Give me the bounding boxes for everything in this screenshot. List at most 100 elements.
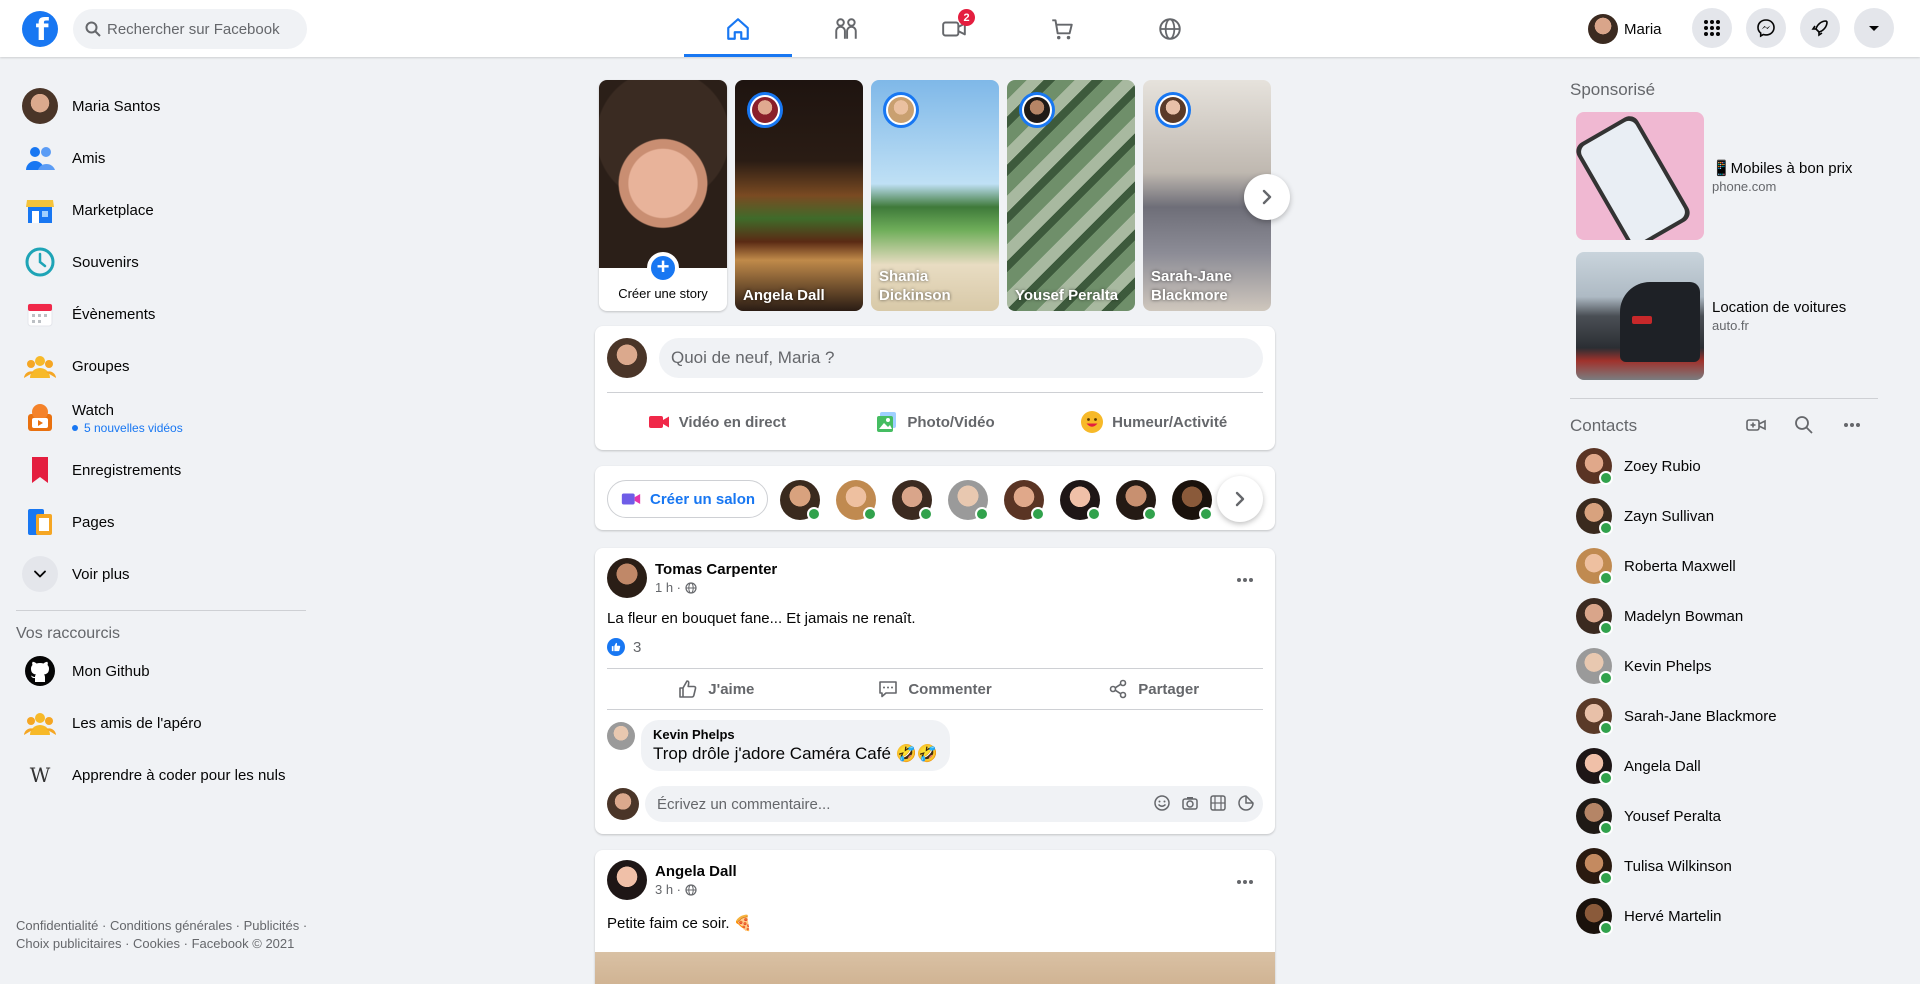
- story-card[interactable]: Shania Dickinson: [871, 80, 999, 311]
- contact-item[interactable]: Roberta Maxwell: [1570, 541, 1880, 591]
- sidebar-item-marketplace[interactable]: Marketplace: [16, 184, 306, 236]
- post-options-button[interactable]: [1227, 864, 1263, 900]
- create-story-card[interactable]: + Créer une story: [599, 80, 727, 311]
- camera-icon[interactable]: [1181, 794, 1199, 812]
- shortcut-learn-coding[interactable]: W Apprendre à coder pour les nuls: [16, 749, 306, 801]
- divider: [1570, 398, 1878, 399]
- room-avatar[interactable]: [1116, 480, 1157, 521]
- contact-avatar: [1576, 648, 1613, 685]
- shortcut-apero-friends[interactable]: Les amis de l'apéro: [16, 697, 306, 749]
- post-timestamp[interactable]: 1 h ·: [655, 580, 777, 595]
- facebook-logo[interactable]: f: [22, 11, 58, 47]
- create-room-button[interactable]: Créer un salon: [607, 480, 769, 518]
- story-author: Angela Dall: [743, 287, 825, 304]
- author-avatar[interactable]: [607, 558, 647, 598]
- story-card[interactable]: Yousef Peralta: [1007, 80, 1135, 311]
- post-author[interactable]: Tomas Carpenter: [655, 561, 777, 578]
- globe-icon: [1159, 17, 1181, 40]
- tab-watch[interactable]: 2: [900, 0, 1008, 57]
- contact-item[interactable]: Hervé Martelin: [1570, 891, 1880, 941]
- emoji-icon[interactable]: [1153, 794, 1171, 812]
- thumbs-up-icon: [679, 680, 697, 698]
- sidebar-item-memories[interactable]: Souvenirs: [16, 236, 306, 288]
- messenger-button[interactable]: [1746, 8, 1786, 48]
- sidebar-item-events[interactable]: Évènements: [16, 288, 306, 340]
- gif-icon[interactable]: [1209, 794, 1227, 812]
- shortcuts-title: Vos raccourcis: [16, 625, 121, 642]
- menu-button[interactable]: [1692, 8, 1732, 48]
- contact-item[interactable]: Tulisa Wilkinson: [1570, 841, 1880, 891]
- room-avatar[interactable]: [780, 480, 821, 521]
- contact-item[interactable]: Yousef Peralta: [1570, 791, 1880, 841]
- comment-button[interactable]: Commenter: [826, 669, 1045, 709]
- new-videos-indicator: 5 nouvelles vidéos: [72, 421, 183, 435]
- sidebar-item-label: Maria Santos: [72, 97, 161, 115]
- new-room-button[interactable]: [1746, 415, 1766, 440]
- shortcut-label: Les amis de l'apéro: [72, 714, 202, 732]
- sticker-icon[interactable]: [1237, 794, 1255, 812]
- post-author[interactable]: Angela Dall: [655, 863, 737, 880]
- comment-author[interactable]: Kevin Phelps: [653, 727, 938, 742]
- sidebar-item-profile[interactable]: Maria Santos: [16, 80, 306, 132]
- room-avatar[interactable]: [1060, 480, 1101, 521]
- story-card[interactable]: Angela Dall: [735, 80, 863, 311]
- contact-item[interactable]: Zoey Rubio: [1570, 441, 1880, 491]
- author-avatar[interactable]: [607, 860, 647, 900]
- search-input[interactable]: [107, 20, 297, 38]
- tab-marketplace[interactable]: [1008, 0, 1116, 57]
- reactions-summary[interactable]: 3: [607, 638, 641, 656]
- room-avatar[interactable]: [1004, 480, 1045, 521]
- tab-groups[interactable]: [1116, 0, 1224, 57]
- feeling-activity-button[interactable]: Humeur/Activité: [1044, 402, 1263, 442]
- contact-item[interactable]: Angela Dall: [1570, 741, 1880, 791]
- search-icon: [85, 21, 101, 37]
- globe-icon: [685, 581, 697, 594]
- footer-links[interactable]: Confidentialité · Conditions générales ·…: [16, 917, 316, 953]
- profile-shortcut[interactable]: Maria: [1588, 12, 1662, 46]
- feed-post: Angela Dall 3 h · Petite faim ce soir. 🍕: [595, 850, 1275, 984]
- post-options-button[interactable]: [1227, 562, 1263, 598]
- composer-input[interactable]: Quoi de neuf, Maria ?: [659, 338, 1263, 378]
- stories-next-button[interactable]: [1244, 174, 1290, 220]
- tab-friends[interactable]: [792, 0, 900, 57]
- sidebar-item-pages[interactable]: Pages: [16, 496, 306, 548]
- contact-item[interactable]: Zayn Sullivan: [1570, 491, 1880, 541]
- sponsored-ad[interactable]: 📱Mobiles à bon prix phone.com: [1570, 112, 1880, 240]
- sidebar-item-saved[interactable]: Enregistrements: [16, 444, 306, 496]
- sidebar-item-groups[interactable]: Groupes: [16, 340, 306, 392]
- sponsored-title: Sponsorisé: [1570, 80, 1656, 99]
- sidebar-item-watch[interactable]: Watch 5 nouvelles vidéos: [16, 392, 306, 444]
- pages-icon: [28, 509, 52, 535]
- photo-video-button[interactable]: Photo/Vidéo: [826, 402, 1045, 442]
- ad-title: 📱Mobiles à bon prix: [1712, 159, 1853, 177]
- contact-item[interactable]: Sarah-Jane Blackmore: [1570, 691, 1880, 741]
- contact-avatar: [1576, 448, 1613, 485]
- commenter-avatar[interactable]: [607, 722, 635, 750]
- sidebar-item-see-more[interactable]: Voir plus: [16, 548, 306, 600]
- like-button[interactable]: J'aime: [607, 669, 826, 709]
- photo-video-label: Photo/Vidéo: [907, 413, 995, 431]
- room-avatar[interactable]: [892, 480, 933, 521]
- live-video-button[interactable]: Vidéo en direct: [607, 402, 826, 442]
- contacts-options-button[interactable]: [1842, 415, 1862, 440]
- contact-item[interactable]: Madelyn Bowman: [1570, 591, 1880, 641]
- account-button[interactable]: [1854, 8, 1894, 48]
- comment-input[interactable]: Écrivez un commentaire...: [645, 786, 1263, 822]
- post-image[interactable]: [595, 952, 1275, 984]
- comment-text: Trop drôle j'adore Caméra Café 🤣🤣: [653, 744, 938, 763]
- room-avatar[interactable]: [1172, 480, 1213, 521]
- sponsored-ad[interactable]: Location de voitures auto.fr: [1570, 252, 1880, 380]
- github-icon: [25, 656, 55, 686]
- contact-item[interactable]: Kevin Phelps: [1570, 641, 1880, 691]
- post-timestamp[interactable]: 3 h ·: [655, 882, 737, 897]
- tab-home[interactable]: [684, 0, 792, 57]
- search-box[interactable]: [73, 9, 307, 49]
- rooms-next-button[interactable]: [1217, 476, 1263, 522]
- shortcut-github[interactable]: Mon Github: [16, 645, 306, 697]
- search-contacts-button[interactable]: [1794, 415, 1814, 440]
- share-button[interactable]: Partager: [1044, 669, 1263, 709]
- room-avatar[interactable]: [836, 480, 877, 521]
- room-avatar[interactable]: [948, 480, 989, 521]
- notifications-button[interactable]: [1800, 8, 1840, 48]
- sidebar-item-friends[interactable]: Amis: [16, 132, 306, 184]
